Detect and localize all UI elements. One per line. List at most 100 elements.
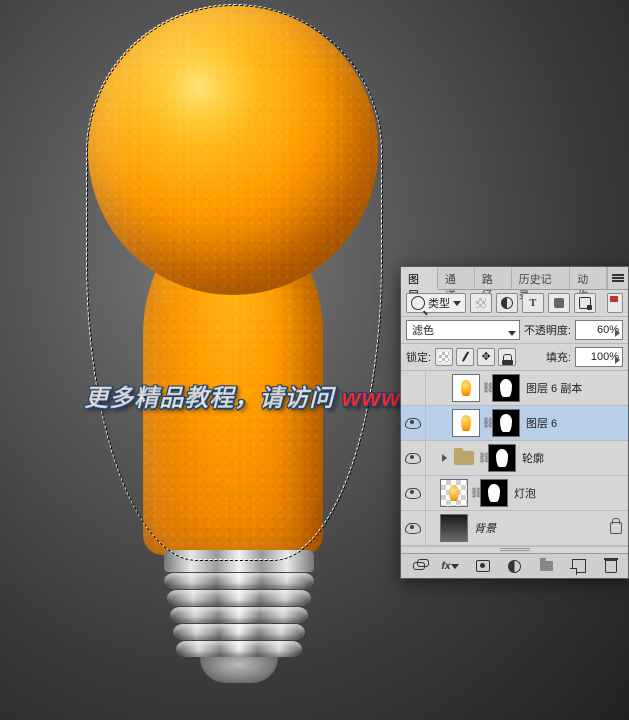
layer-mask-thumbnail[interactable] (492, 374, 520, 402)
filter-shape-button[interactable] (548, 293, 570, 313)
layer-mask-thumbnail[interactable] (492, 409, 520, 437)
panel-resize-grip[interactable] (401, 546, 628, 553)
fx-icon: fx (442, 561, 451, 572)
layer-name[interactable]: 背景 (470, 520, 610, 536)
trash-icon (605, 560, 617, 573)
adjustment-icon (501, 297, 513, 309)
blend-mode-value: 滤色 (412, 322, 434, 338)
chevron-right-icon (442, 454, 447, 462)
eye-icon (405, 453, 421, 464)
mask-icon (476, 560, 490, 572)
group-mask-thumbnail[interactable] (488, 444, 516, 472)
search-icon (411, 296, 425, 310)
link-layers-button[interactable] (403, 556, 434, 576)
link-icon: ⛓ (482, 418, 490, 429)
layer-name[interactable]: 图层 6 副本 (522, 380, 622, 396)
add-mask-button[interactable] (467, 556, 498, 576)
lock-label: 锁定: (406, 349, 431, 365)
link-icon: ⛓ (482, 383, 490, 394)
brush-icon (462, 353, 468, 362)
blend-opacity-row: 滤色 不透明度: 60% (401, 317, 628, 344)
new-layer-icon (572, 559, 586, 573)
layer-row[interactable]: ⛓ 轮廓 (401, 441, 628, 476)
fill-label: 填充: (546, 349, 571, 365)
filter-smart-button[interactable] (574, 293, 596, 313)
filter-toggle-switch[interactable] (607, 293, 623, 313)
bulb-screw-base (164, 550, 314, 690)
visibility-toggle[interactable] (401, 511, 426, 545)
tab-channels[interactable]: 通道 (438, 267, 475, 289)
new-layer-button[interactable] (563, 556, 594, 576)
layer-thumbnail[interactable] (452, 409, 480, 437)
shape-icon (554, 298, 564, 308)
visibility-toggle[interactable] (401, 441, 426, 475)
chevron-down-icon (451, 564, 459, 569)
chevron-down-icon (508, 331, 516, 336)
lock-icon (610, 522, 622, 534)
folder-icon (540, 561, 553, 571)
tab-layers[interactable]: 图层 (401, 267, 438, 290)
lock-all-button[interactable] (498, 348, 516, 366)
layer-thumbnail[interactable] (440, 479, 468, 507)
panel-tabs: 图层 通道 路径 历史记录 动作 (401, 267, 628, 290)
bulb-glass (88, 5, 378, 555)
layer-list: ⛓ 图层 6 副本 ⛓ 图层 6 ⛓ 轮廓 ⛓ 灯泡 (401, 371, 628, 546)
folder-icon (454, 451, 474, 465)
layer-name[interactable]: 灯泡 (510, 485, 622, 501)
link-icon: ⛓ (470, 488, 478, 499)
layer-thumbnail[interactable] (440, 514, 468, 542)
tab-actions[interactable]: 动作 (570, 267, 607, 289)
lock-icon (503, 354, 512, 361)
blend-mode-select[interactable]: 滤色 (406, 320, 520, 340)
chain-icon (413, 562, 425, 570)
chevron-right-icon (615, 356, 620, 364)
transparency-icon (439, 352, 449, 362)
chevron-down-icon (453, 301, 461, 306)
layer-name[interactable]: 图层 6 (522, 415, 622, 431)
move-icon: ✥ (481, 352, 490, 363)
filter-pixel-button[interactable] (470, 293, 492, 313)
chevron-right-icon (615, 329, 620, 337)
eye-icon (405, 488, 421, 499)
lock-transparency-button[interactable] (435, 348, 453, 366)
group-disclosure[interactable] (438, 454, 450, 462)
layer-style-button[interactable]: fx (435, 556, 466, 576)
panel-menu-icon[interactable] (607, 267, 628, 289)
layer-name[interactable]: 轮廓 (518, 450, 622, 466)
filter-type-button[interactable]: T (522, 293, 544, 313)
filter-adjustment-button[interactable] (496, 293, 518, 313)
tab-paths[interactable]: 路径 (475, 267, 512, 289)
filter-kind-select[interactable]: 类型 (406, 293, 466, 313)
layer-row[interactable]: ⛓ 灯泡 (401, 476, 628, 511)
opacity-label: 不透明度: (524, 322, 571, 338)
adjustment-icon (508, 560, 521, 573)
eye-icon (405, 523, 421, 534)
layer-row[interactable]: 背景 (401, 511, 628, 546)
opacity-field[interactable]: 60% (575, 320, 623, 340)
link-icon: ⛓ (478, 453, 486, 464)
layer-thumbnail[interactable] (452, 374, 480, 402)
new-adjustment-button[interactable] (499, 556, 530, 576)
delete-layer-button[interactable] (595, 556, 626, 576)
layer-mask-thumbnail[interactable] (480, 479, 508, 507)
layer-row[interactable]: ⛓ 图层 6 (401, 406, 628, 441)
layer-row[interactable]: ⛓ 图层 6 副本 (401, 371, 628, 406)
lock-pixels-button[interactable] (456, 348, 474, 366)
artwork-lightbulb (88, 5, 378, 705)
visibility-toggle[interactable] (401, 371, 426, 405)
tab-history[interactable]: 历史记录 (512, 267, 571, 289)
new-group-button[interactable] (531, 556, 562, 576)
layer-filter-row: 类型 T (401, 290, 628, 317)
panel-bottom-bar: fx (401, 553, 628, 578)
pixel-icon (476, 298, 486, 308)
visibility-toggle[interactable] (401, 406, 426, 440)
fill-field[interactable]: 100% (575, 347, 623, 367)
smartobject-icon (579, 297, 591, 309)
filter-kind-label: 类型 (428, 295, 450, 311)
type-icon: T (530, 298, 537, 309)
lock-fill-row: 锁定: ✥ 填充: 100% (401, 344, 628, 371)
visibility-toggle[interactable] (401, 476, 426, 510)
layers-panel: 图层 通道 路径 历史记录 动作 类型 T 滤色 不透明度: 60% 锁定: (400, 266, 629, 579)
eye-icon (405, 418, 421, 429)
lock-position-button[interactable]: ✥ (477, 348, 495, 366)
